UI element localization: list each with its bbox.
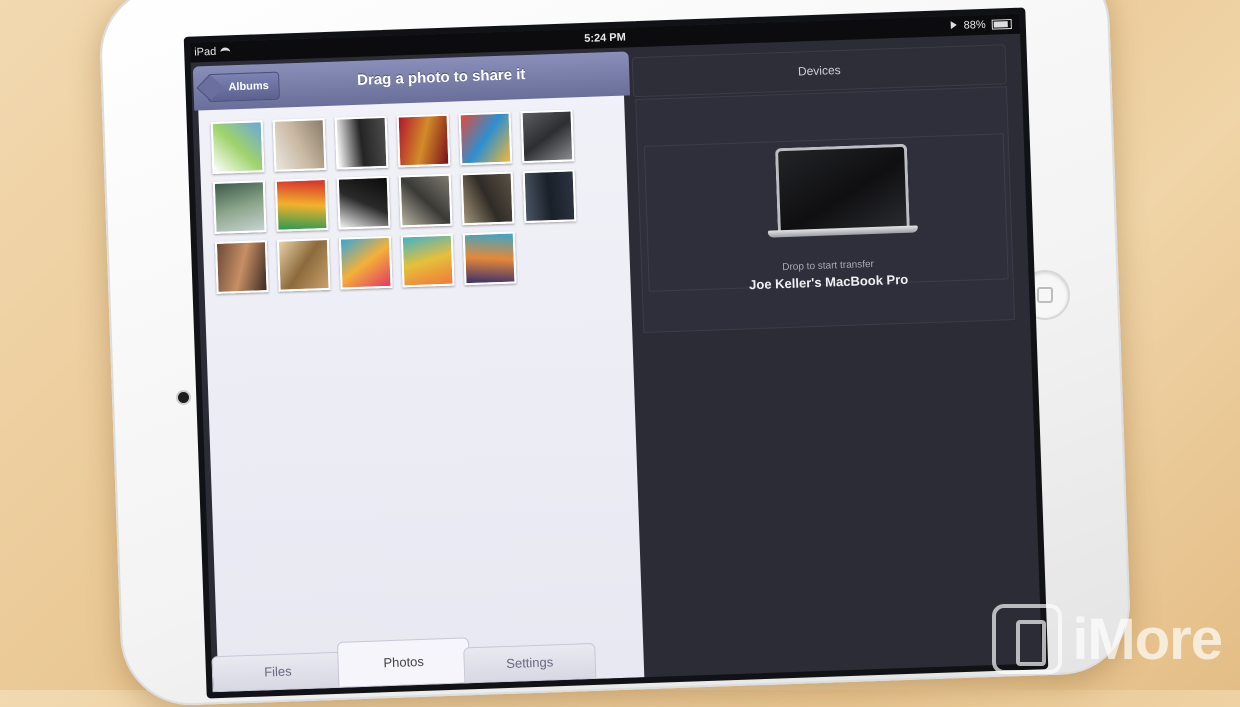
photo-thumbnail[interactable] xyxy=(462,231,517,286)
photo-thumbnail[interactable] xyxy=(460,171,515,226)
photo-thumbnail[interactable] xyxy=(458,111,513,166)
albums-back-button[interactable]: Albums xyxy=(207,71,281,103)
popover-title: Drag a photo to share it xyxy=(356,65,526,89)
photo-grid xyxy=(210,108,617,294)
photo-thumbnail[interactable] xyxy=(272,118,327,172)
play-icon xyxy=(950,20,957,30)
photo-thumbnail[interactable] xyxy=(274,177,329,232)
battery-percent: 88% xyxy=(963,18,986,32)
photo-thumbnail[interactable] xyxy=(214,240,269,294)
photo-thumbnail[interactable] xyxy=(336,175,391,230)
status-right: 88% xyxy=(950,14,1012,36)
photo-thumbnail[interactable] xyxy=(398,173,453,228)
photos-popover: Albums Drag a photo to share it Files Ph… xyxy=(192,51,645,693)
photo-thumbnail[interactable] xyxy=(396,113,451,168)
albums-back-label: Albums xyxy=(228,79,270,94)
tab-bar: Files Photos Settings xyxy=(211,625,651,693)
laptop-icon xyxy=(765,143,918,240)
photo-thumbnail[interactable] xyxy=(212,180,267,234)
tab-settings[interactable]: Settings xyxy=(463,642,597,684)
photo-thumbnail[interactable] xyxy=(522,169,577,224)
imore-logo-icon xyxy=(992,604,1063,674)
photo-thumbnail[interactable] xyxy=(520,109,575,164)
laptop-screen xyxy=(774,143,910,232)
ipad-screen: iPad 5:24 PM 88% Albums Drag a photo to … xyxy=(183,7,1049,699)
device-drop-target[interactable]: Drop to start transfer Joe Keller's MacB… xyxy=(643,133,1009,292)
photo-thumbnail[interactable] xyxy=(400,233,455,288)
front-camera xyxy=(178,392,189,403)
battery-icon xyxy=(991,19,1012,30)
watermark: iMore xyxy=(992,604,1223,674)
photo-thumbnail[interactable] xyxy=(334,115,389,170)
photo-thumbnail[interactable] xyxy=(338,235,393,290)
devices-panel: Drop to start transfer Joe Keller's MacB… xyxy=(635,86,1016,334)
tab-files[interactable]: Files xyxy=(211,651,345,693)
imore-logo-text: iMore xyxy=(1072,606,1223,672)
tab-photos[interactable]: Photos xyxy=(336,637,471,688)
photo-thumbnail[interactable] xyxy=(276,237,331,292)
photo-thumbnail[interactable] xyxy=(210,120,265,174)
